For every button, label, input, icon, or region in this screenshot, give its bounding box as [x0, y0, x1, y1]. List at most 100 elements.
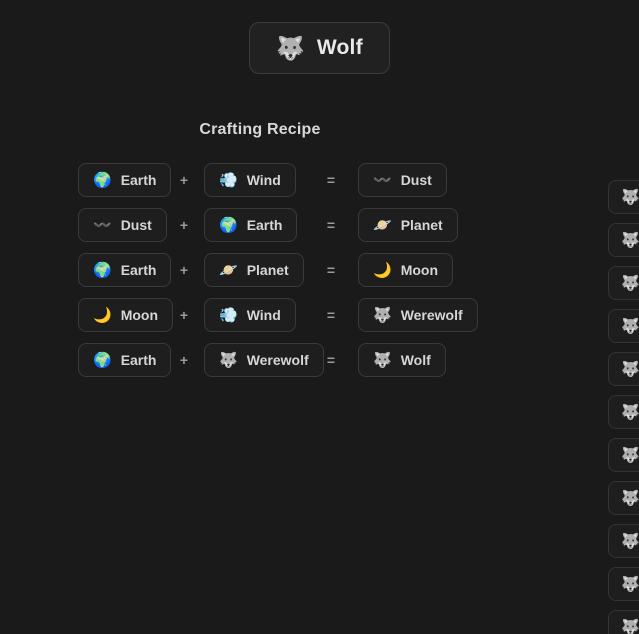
recipe-slot-output: 🪐 Planet: [358, 208, 458, 242]
ingredient-chip-label: Dust: [400, 172, 432, 188]
ingredient-chip-label: Planet: [400, 217, 443, 233]
wolf-face-emoji: 🐺: [621, 231, 639, 249]
recipe-slot-output: 〰️ Dust: [358, 163, 447, 197]
plus-operator: +: [179, 307, 189, 323]
ingredient-chip-label: Werewolf: [400, 307, 463, 323]
recipe-slot-input_a: 〰️ Dust: [78, 208, 167, 242]
recipe-slot-input_a: 🌍 Earth: [78, 163, 172, 197]
ingredient-chip-output[interactable]: 🌙 Moon: [358, 253, 454, 287]
ingredient-chip-label: Wind: [246, 307, 281, 323]
ingredient-chip-label: Wind: [246, 172, 281, 188]
ingredient-chip-output[interactable]: 〰️ Dust: [358, 163, 447, 197]
recipe-slot-input_b: 💨 Wind: [204, 163, 304, 197]
sidebar-ingredient-item[interactable]: 🐺W: [608, 309, 639, 343]
ingredient-chip-label: Earth: [120, 172, 157, 188]
ingredient-chip-input_a[interactable]: 🌍 Earth: [78, 343, 172, 377]
recipe-row: 🌍 Earth + 🪐 Planet = 🌙 Moon: [78, 253, 639, 287]
ingredient-chip-output[interactable]: 🪐 Planet: [358, 208, 458, 242]
ingredient-chip-input_a[interactable]: 🌍 Earth: [78, 163, 172, 197]
earth-globe-emoji: 🌍: [93, 261, 112, 279]
sidebar-ingredient-item[interactable]: 🐺W: [608, 180, 639, 214]
wolf-face-emoji: 🐺: [621, 618, 639, 634]
header-zone: 🐺 Wolf: [0, 0, 639, 74]
earth-globe-emoji: 🌍: [219, 216, 238, 234]
ingredient-chip-input_b[interactable]: 🌍 Earth: [204, 208, 298, 242]
dashing-away-emoji: 💨: [219, 171, 238, 189]
wolf-face-emoji: 🐺: [621, 575, 639, 593]
plus-operator: +: [179, 262, 189, 278]
recipe-slot-output: 🌙 Moon: [358, 253, 454, 287]
ingredient-chip-label: Earth: [120, 352, 157, 368]
equals-operator: =: [326, 262, 336, 278]
recipe-slot-input_b: 🐺 Werewolf: [204, 343, 324, 377]
wavy-dash-emoji: 〰️: [373, 171, 392, 189]
earth-globe-emoji: 🌍: [93, 171, 112, 189]
recipe-row: 🌍 Earth + 💨 Wind = 〰️ Dust: [78, 163, 639, 197]
recipe-slot-input_a: 🌍 Earth: [78, 343, 172, 377]
ingredient-chip-output[interactable]: 🐺 Wolf: [358, 343, 446, 377]
ingredient-chip-output[interactable]: 🐺 Werewolf: [358, 298, 478, 332]
recipe-slot-input_a: 🌙 Moon: [78, 298, 174, 332]
ingredient-sidebar-list: 🐺W 🐺W 🐺W 🐺W 🐺W 🐺W 🐺W 🐺W 🐺W 🐺W 🐺W: [608, 180, 639, 634]
ingredient-chip-label: Dust: [120, 217, 152, 233]
ringed-planet-emoji: 🪐: [219, 261, 238, 279]
wolf-face-emoji: 🐺: [621, 274, 639, 292]
sidebar-ingredient-item[interactable]: 🐺W: [608, 223, 639, 257]
recipe-slot-output: 🐺 Werewolf: [358, 298, 478, 332]
wolf-face-emoji: 🐺: [621, 489, 639, 507]
sidebar-ingredient-item[interactable]: 🐺W: [608, 438, 639, 472]
wolf-face-emoji: 🐺: [621, 403, 639, 421]
wolf-face-emoji: 🐺: [621, 360, 639, 378]
crafted-result-label: Wolf: [316, 36, 363, 59]
ingredient-chip-label: Werewolf: [246, 352, 309, 368]
equals-operator: =: [326, 307, 336, 323]
plus-operator: +: [179, 352, 189, 368]
ingredient-chip-input_b[interactable]: 💨 Wind: [204, 298, 296, 332]
sidebar-ingredient-item[interactable]: 🐺W: [608, 567, 639, 601]
equals-operator: =: [326, 172, 336, 188]
wolf-face-emoji: 🐺: [621, 188, 639, 206]
equals-operator: =: [326, 352, 336, 368]
recipe-slot-input_b: 🪐 Planet: [204, 253, 304, 287]
equals-operator: =: [326, 217, 336, 233]
ingredient-chip-input_b[interactable]: 🪐 Planet: [204, 253, 304, 287]
wolf-face-emoji: 🐺: [621, 317, 639, 335]
sidebar-ingredient-item[interactable]: 🐺W: [608, 352, 639, 386]
wolf-face-emoji: 🐺: [373, 306, 392, 324]
crescent-moon-emoji: 🌙: [373, 261, 392, 279]
ringed-planet-emoji: 🪐: [373, 216, 392, 234]
recipe-slot-input_b: 💨 Wind: [204, 298, 304, 332]
ingredient-chip-label: Earth: [246, 217, 283, 233]
sidebar-ingredient-item[interactable]: 🐺W: [608, 524, 639, 558]
ingredient-chip-label: Moon: [120, 307, 159, 323]
recipe-row: 🌍 Earth + 🐺 Werewolf = 🐺 Wolf: [78, 343, 639, 377]
dashing-away-emoji: 💨: [219, 306, 238, 324]
sidebar-ingredient-item[interactable]: 🐺W: [608, 266, 639, 300]
sidebar-ingredient-item[interactable]: 🐺W: [608, 395, 639, 429]
wolf-face-icon: 🐺: [276, 34, 305, 61]
recipe-slot-output: 🐺 Wolf: [358, 343, 446, 377]
earth-globe-emoji: 🌍: [93, 351, 112, 369]
wavy-dash-emoji: 〰️: [93, 216, 112, 234]
sidebar-ingredient-item[interactable]: 🐺W: [608, 481, 639, 515]
crafting-recipe-title: Crafting Recipe: [199, 121, 321, 138]
ingredient-chip-input_a[interactable]: 🌍 Earth: [78, 253, 172, 287]
wolf-face-emoji: 🐺: [373, 351, 392, 369]
plus-operator: +: [179, 172, 189, 188]
plus-operator: +: [179, 217, 189, 233]
ingredient-chip-label: Earth: [120, 262, 157, 278]
crafted-result-card[interactable]: 🐺 Wolf: [249, 22, 390, 74]
recipe-row: 🌙 Moon + 💨 Wind = 🐺 Werewolf: [78, 298, 639, 332]
wolf-face-emoji: 🐺: [621, 532, 639, 550]
recipe-row: 〰️ Dust + 🌍 Earth = 🪐 Planet: [78, 208, 639, 242]
recipe-slot-input_b: 🌍 Earth: [204, 208, 304, 242]
wolf-face-emoji: 🐺: [621, 446, 639, 464]
sidebar-ingredient-item[interactable]: 🐺W: [608, 610, 639, 634]
recipe-list: 🌍 Earth + 💨 Wind = 〰️ Dust 〰️ Dust + 🌍 Earth = 🪐 Planet…: [0, 163, 639, 377]
ingredient-chip-label: Planet: [246, 262, 289, 278]
ingredient-chip-input_a[interactable]: 〰️ Dust: [78, 208, 167, 242]
recipe-slot-input_a: 🌍 Earth: [78, 253, 172, 287]
ingredient-chip-input_a[interactable]: 🌙 Moon: [78, 298, 174, 332]
crafting-recipe-section: Crafting Recipe 🌍 Earth + 💨 Wind = 〰️ Dust 〰️ Dus…: [0, 121, 639, 377]
ingredient-chip-input_b[interactable]: 💨 Wind: [204, 163, 296, 197]
